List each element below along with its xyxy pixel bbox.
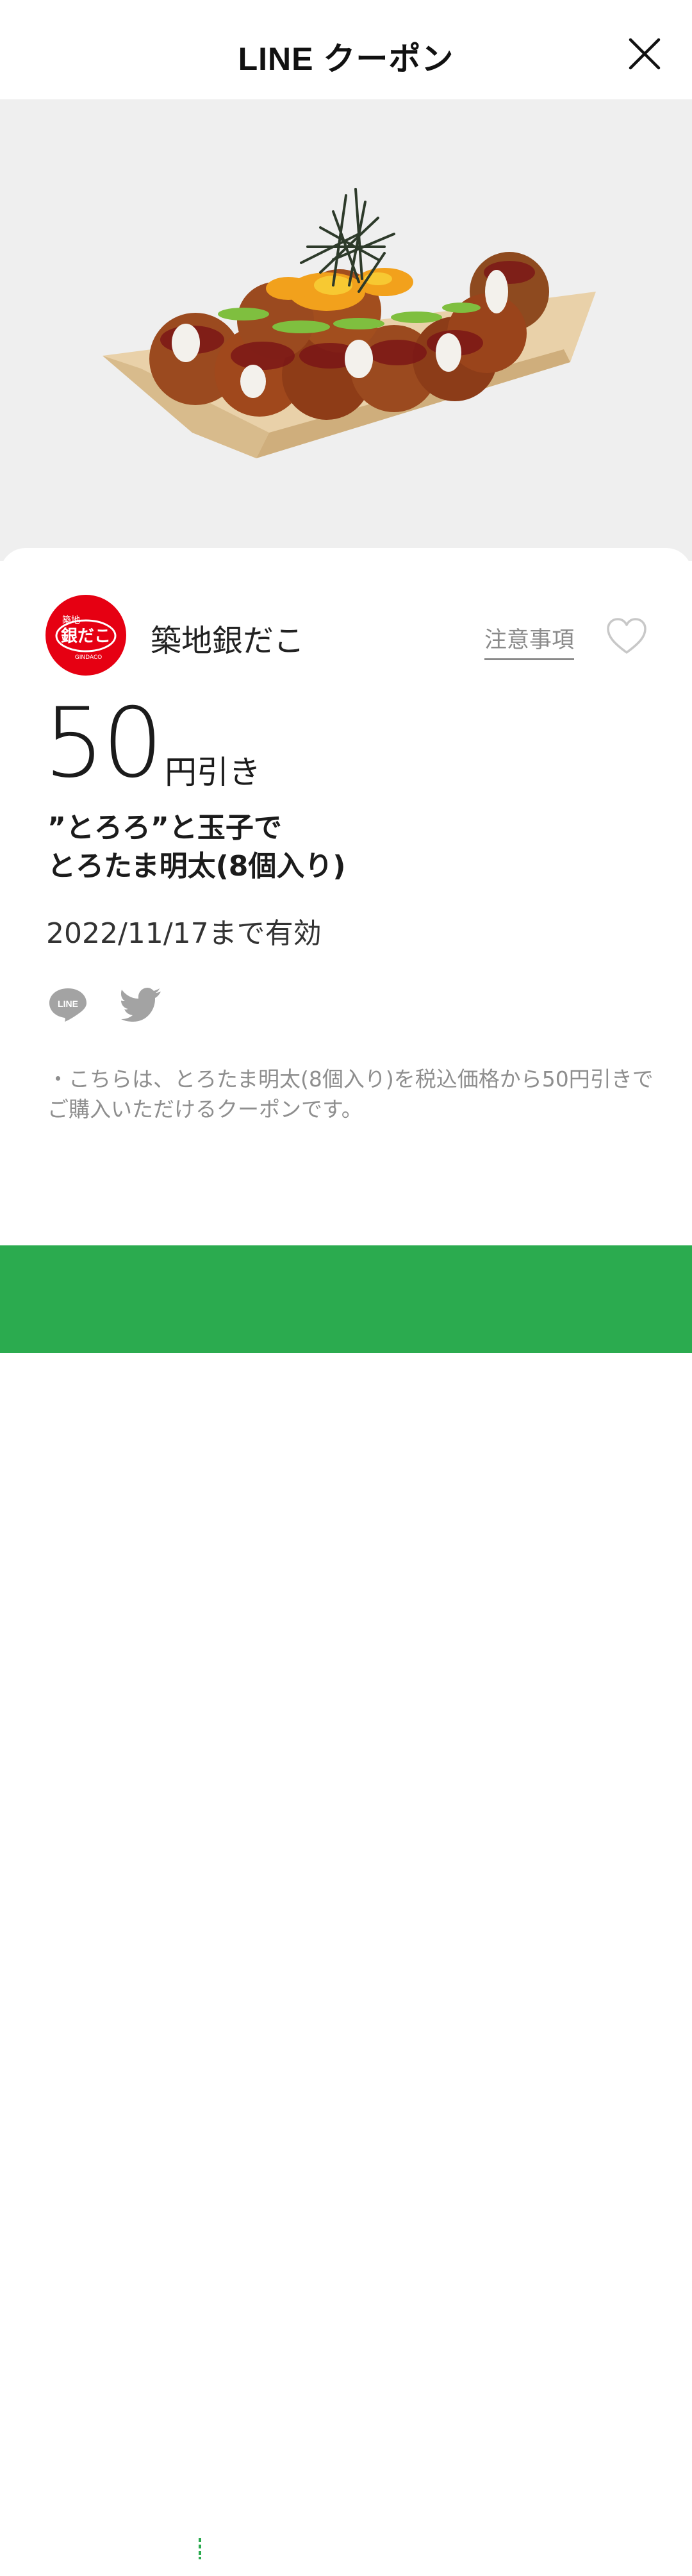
takoyaki-illustration [103,188,596,458]
twitter-share-icon[interactable] [121,987,162,1022]
product-title-line1: ”とろろ”と玉子で [47,811,282,844]
product-title: ”とろろ”と玉子で とろたま明太(8個入り) [47,809,346,886]
product-image [0,99,692,561]
logo-text-sub: GINDACO [75,654,103,661]
shop-logo: 築地 銀だこ GINDACO [45,595,126,676]
shop-name[interactable]: 築地銀だこ [151,615,304,660]
header-bar: LINE クーポン [0,0,692,99]
use-coupon-button[interactable]: クーポンをつかう [0,1245,692,2575]
line-icon-text: LINE [58,999,78,1009]
product-title-line2: とろたま明太(8個入り) [47,850,346,883]
notes-link[interactable]: 注意事項 [484,622,575,660]
line-share-icon[interactable]: LINE [47,986,88,1023]
close-icon[interactable] [628,37,661,71]
discount-amount: 50 [44,688,163,799]
page-title: LINE クーポン [238,41,454,77]
logo-text-main: 銀だこ [61,627,111,646]
coupon-description: ・こちらは、とろたま明太(8個入り)を税込価格から50円引きでご購入いただけるク… [47,1067,654,1122]
use-coupon-label: クーポンをつかう [247,2539,493,2575]
heart-icon[interactable] [606,617,647,655]
ticket-icon [187,2535,226,2562]
discount-unit: 円引き [165,754,261,791]
validity-date: 2022/11/17まで有効 [46,917,322,950]
